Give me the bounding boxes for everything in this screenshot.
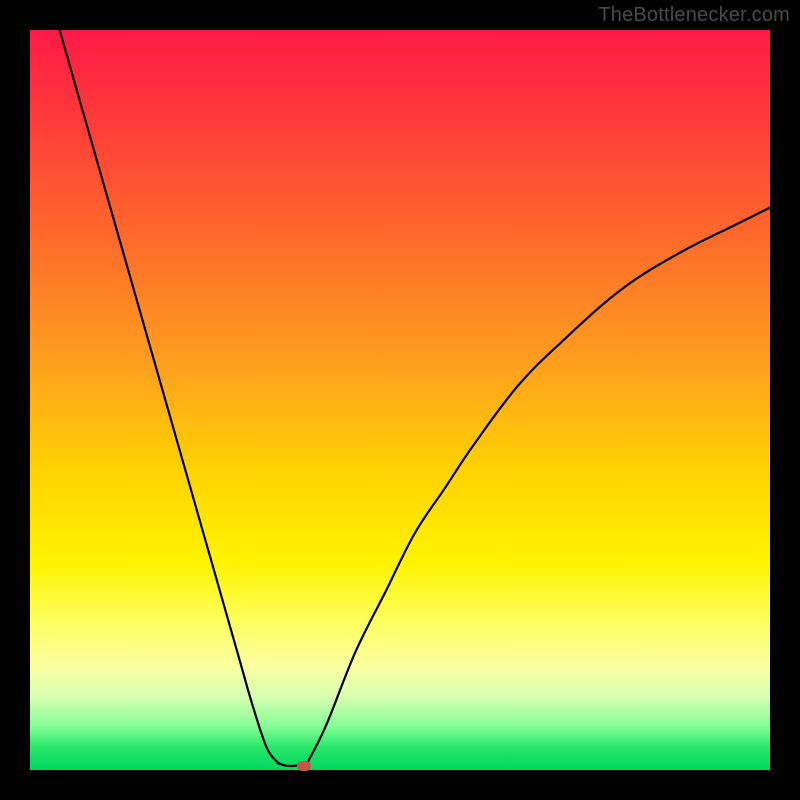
plot-area [30, 30, 770, 770]
watermark-text: TheBottlenecker.com [598, 4, 790, 27]
minimum-marker [297, 761, 311, 771]
chart-frame: TheBottlenecker.com [0, 0, 800, 800]
bottleneck-curve [30, 30, 770, 770]
